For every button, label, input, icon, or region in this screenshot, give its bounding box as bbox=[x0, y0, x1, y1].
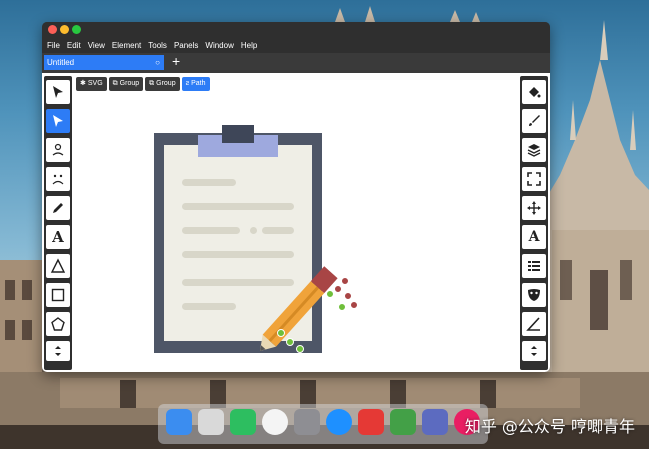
breadcrumb-group-2[interactable]: ⧉ Group bbox=[145, 77, 180, 91]
zoom-window-button[interactable] bbox=[72, 25, 81, 34]
mask-icon bbox=[528, 289, 540, 301]
clipboard-clip-top bbox=[222, 125, 254, 143]
menu-window[interactable]: Window bbox=[205, 41, 233, 50]
group-icon: ⧉ bbox=[112, 80, 118, 87]
sad-face-icon bbox=[52, 174, 64, 185]
watermark: 知乎 @公众号 哼唧青年 bbox=[464, 417, 635, 436]
path-icon: ƨ bbox=[185, 80, 190, 87]
move-tool[interactable] bbox=[522, 196, 546, 220]
evernote-icon[interactable] bbox=[230, 409, 256, 435]
panels-toolbar: A bbox=[520, 76, 548, 370]
group-icon: ⧉ bbox=[149, 80, 155, 87]
breadcrumb-group-1[interactable]: ⧉ Group bbox=[108, 77, 144, 91]
app-store-icon[interactable] bbox=[326, 409, 352, 435]
wps-icon[interactable] bbox=[390, 409, 416, 435]
menu-panels[interactable]: Panels bbox=[174, 41, 198, 50]
breadcrumb-label: Path bbox=[191, 80, 206, 87]
pencil-tool[interactable] bbox=[46, 196, 70, 220]
xmind-icon[interactable] bbox=[358, 409, 384, 435]
angle-icon bbox=[526, 317, 540, 331]
move-icon bbox=[527, 201, 541, 215]
text-tool[interactable]: A bbox=[46, 225, 70, 249]
title-bar bbox=[42, 22, 550, 37]
measure-tool[interactable] bbox=[522, 312, 546, 336]
dock bbox=[158, 404, 488, 444]
breadcrumb-path[interactable]: ƨ Path bbox=[181, 77, 210, 91]
fill-tool[interactable] bbox=[522, 80, 546, 104]
tab-bar: Untitled ○ + bbox=[42, 53, 550, 73]
triangle-icon bbox=[50, 258, 66, 273]
arrow-icon bbox=[53, 86, 63, 98]
breadcrumb-label: SVG bbox=[87, 80, 103, 87]
menu-view[interactable]: View bbox=[88, 41, 105, 50]
minimize-window-button[interactable] bbox=[60, 25, 69, 34]
canvas-artwork bbox=[154, 125, 358, 353]
layers-icon bbox=[527, 144, 541, 157]
mask-tool[interactable] bbox=[522, 283, 546, 307]
font-tool[interactable]: A bbox=[522, 225, 546, 249]
launchpad-icon[interactable] bbox=[198, 409, 224, 435]
menu-edit[interactable]: Edit bbox=[67, 41, 81, 50]
paint-bucket-icon bbox=[529, 87, 541, 98]
text-icon: A bbox=[52, 228, 64, 246]
menu-file[interactable]: File bbox=[47, 41, 60, 50]
arrows-icon bbox=[55, 346, 61, 356]
rectangle-tool[interactable] bbox=[46, 283, 70, 307]
fullscreen-tool[interactable] bbox=[522, 167, 546, 191]
app-window: File Edit View Element Tools Panels Wind… bbox=[42, 22, 550, 372]
pentagon-tool[interactable] bbox=[46, 312, 70, 336]
more-panels[interactable] bbox=[522, 341, 546, 361]
system-preferences-icon[interactable] bbox=[294, 409, 320, 435]
workspace: A ✱ SVG ⧉ Group ⧉ Group ƨ Path A bbox=[42, 73, 550, 372]
layers-tool[interactable] bbox=[522, 138, 546, 162]
smile-tool[interactable] bbox=[46, 138, 70, 162]
sad-tool[interactable] bbox=[46, 167, 70, 191]
add-tab-button[interactable]: + bbox=[172, 54, 180, 69]
close-window-button[interactable] bbox=[48, 25, 57, 34]
vmware-icon[interactable] bbox=[422, 409, 448, 435]
finder-icon[interactable] bbox=[166, 409, 192, 435]
brush-tool[interactable] bbox=[522, 109, 546, 133]
menu-element[interactable]: Element bbox=[112, 41, 141, 50]
arrows-icon bbox=[531, 346, 537, 356]
tab-label: Untitled bbox=[47, 58, 75, 67]
menu-tools[interactable]: Tools bbox=[148, 41, 167, 50]
brush-icon bbox=[529, 115, 540, 126]
triangle-tool[interactable] bbox=[46, 254, 70, 278]
square-icon bbox=[51, 288, 65, 302]
breadcrumb: ✱ SVG ⧉ Group ⧉ Group ƨ Path bbox=[76, 77, 212, 91]
expand-icon bbox=[527, 172, 541, 186]
desktop: File Edit View Element Tools Panels Wind… bbox=[0, 0, 649, 449]
font-size-icon: A bbox=[528, 229, 540, 245]
edit-tool[interactable] bbox=[46, 109, 70, 133]
chrome-icon[interactable] bbox=[262, 409, 288, 435]
more-tools[interactable] bbox=[46, 341, 70, 361]
tab-untitled[interactable]: Untitled ○ bbox=[44, 55, 164, 70]
breadcrumb-label: Group bbox=[156, 80, 176, 87]
pentagon-icon bbox=[51, 317, 65, 331]
breadcrumb-label: Group bbox=[119, 80, 140, 87]
face-icon bbox=[52, 143, 64, 156]
breadcrumb-svg[interactable]: ✱ SVG bbox=[76, 77, 107, 91]
tools-panel: A bbox=[44, 76, 72, 370]
menu-bar: File Edit View Element Tools Panels Wind… bbox=[42, 37, 550, 53]
tab-close-icon[interactable]: ○ bbox=[155, 55, 160, 70]
svg-icon: ✱ bbox=[80, 80, 86, 87]
node-arrow-icon bbox=[53, 115, 63, 127]
pencil-icon bbox=[53, 203, 63, 213]
list-tool[interactable] bbox=[522, 254, 546, 278]
list-icon bbox=[528, 261, 540, 271]
menu-help[interactable]: Help bbox=[241, 41, 257, 50]
select-tool[interactable] bbox=[46, 80, 70, 104]
